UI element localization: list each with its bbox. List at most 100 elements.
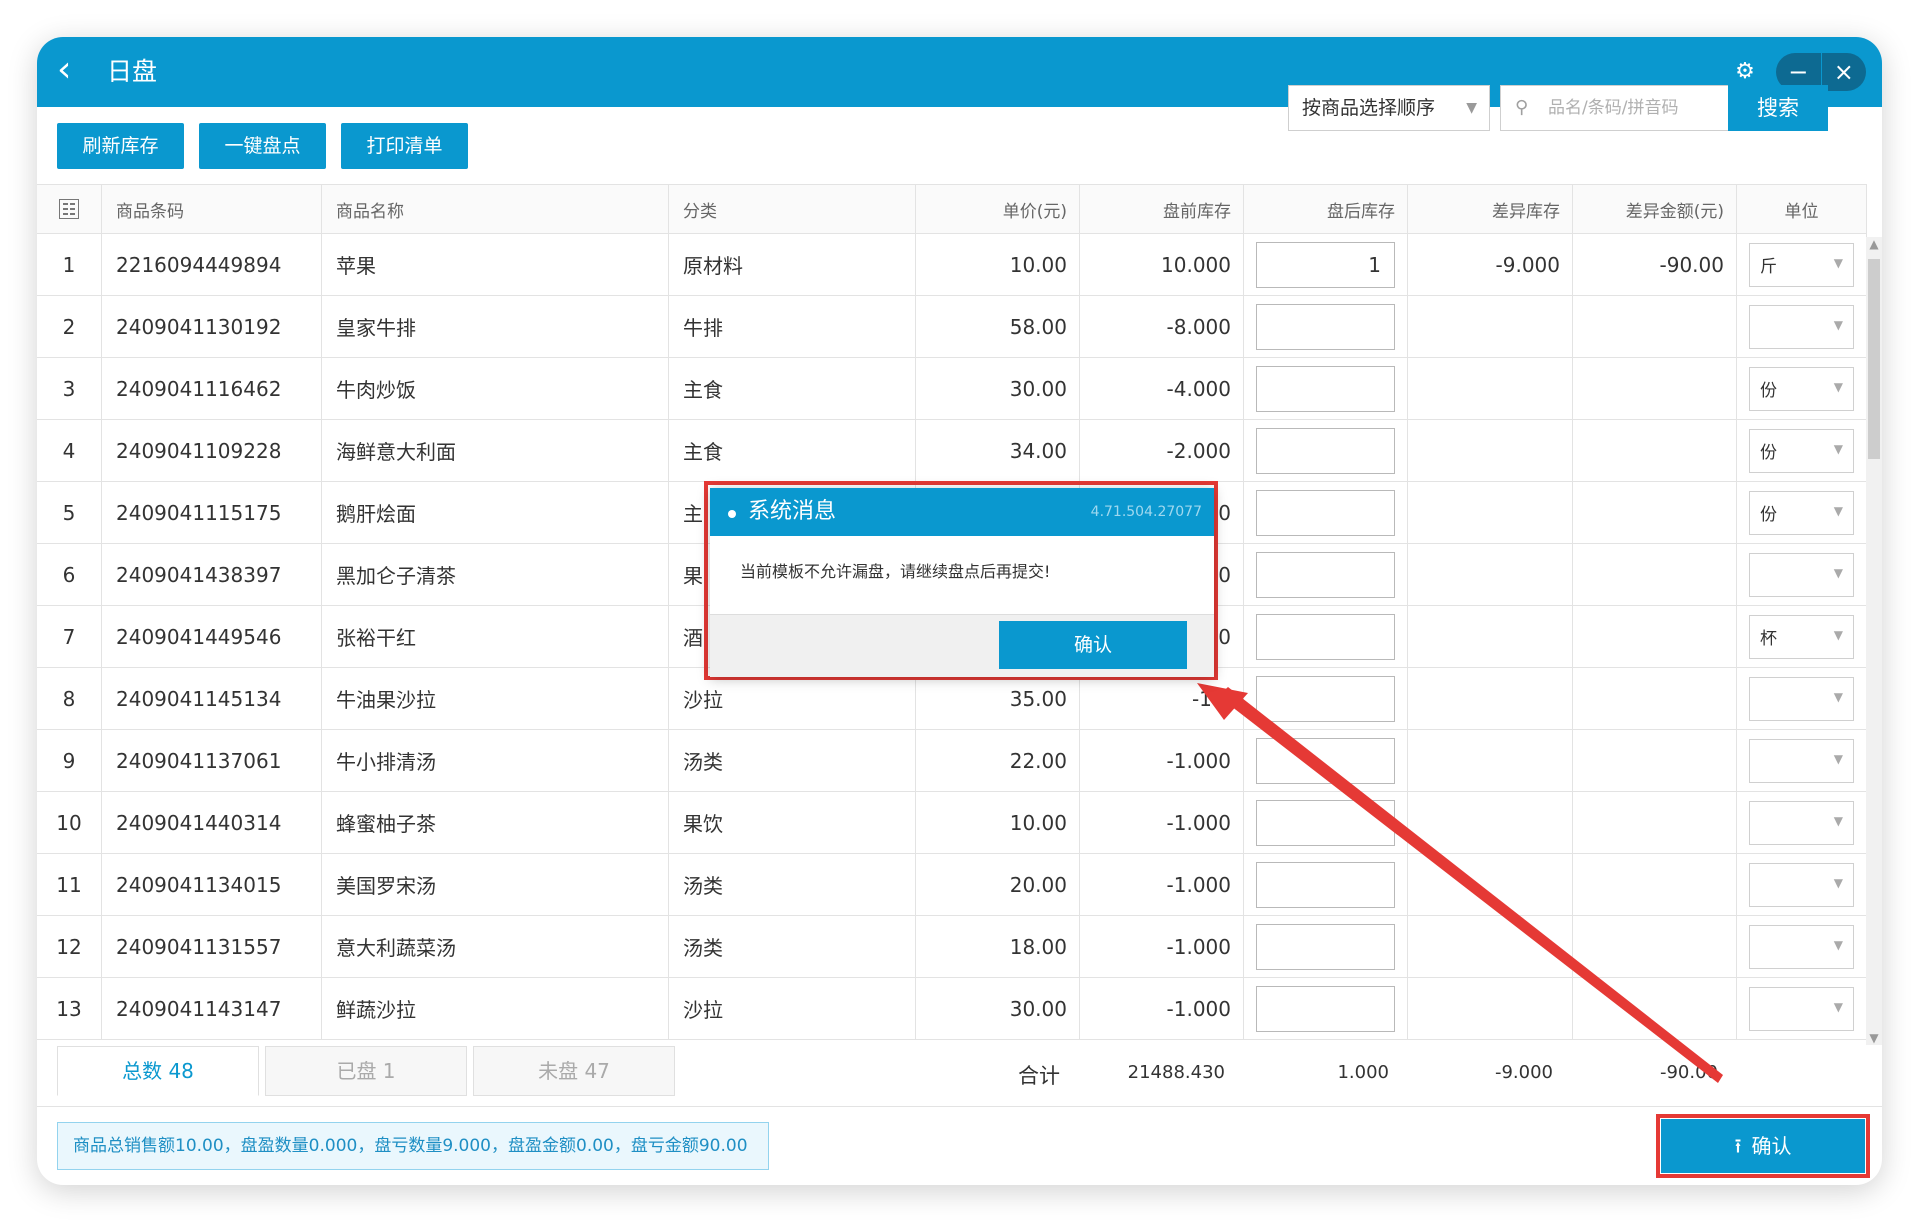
refresh-stock-button[interactable]: 刷新库存 (57, 123, 184, 169)
table-row[interactable]: 2 2409041130192 皇家牛排 牛排 58.00 -8.000 ▼ (37, 296, 1867, 358)
cell-diff-amt: -90.00 (1573, 234, 1737, 295)
scroll-up-icon[interactable]: ▲ (1866, 237, 1882, 251)
after-stock-input[interactable] (1256, 737, 1395, 784)
cell-text: -1.000 (1166, 996, 1231, 1021)
tab-counted[interactable]: 已盘 1 (265, 1046, 467, 1096)
chevron-down-icon: ▼ (1466, 100, 1477, 116)
after-stock-input[interactable] (1256, 427, 1395, 474)
table-row[interactable]: 3 2409041116462 牛肉炒饭 主食 30.00 -4.000 份 ▼ (37, 358, 1867, 420)
cell-name: 海鲜意大利面 (322, 420, 669, 481)
tab-total[interactable]: 总数 48 (57, 1046, 259, 1096)
cell-diff-amt (1573, 606, 1737, 667)
cell-no: 11 (37, 854, 102, 915)
after-stock-input[interactable] (1256, 675, 1395, 722)
cell-text: 0 (1218, 624, 1231, 649)
unit-select[interactable]: ▼ (1749, 738, 1854, 783)
cell-cat: 原材料 (669, 234, 916, 295)
chevron-down-icon: ▼ (1833, 441, 1843, 456)
cell-name: 皇家牛排 (322, 296, 669, 357)
after-stock-input[interactable] (1256, 551, 1395, 598)
sort-order-select[interactable]: 按商品选择顺序 ▼ (1288, 85, 1490, 131)
after-stock-input[interactable] (1256, 303, 1395, 350)
cell-cat: 汤类 (669, 730, 916, 791)
cell-cat: 汤类 (669, 854, 916, 915)
unit-select[interactable]: ▼ (1749, 800, 1854, 845)
cell-text: 原材料 (683, 254, 743, 278)
column-settings-icon[interactable] (59, 199, 79, 219)
cell-diff-amt (1573, 978, 1737, 1039)
settings-gear-icon[interactable]: ⚙ (1730, 57, 1760, 87)
chevron-down-icon: ▼ (1833, 379, 1843, 394)
cell-code: 2409041115175 (102, 482, 322, 543)
after-stock-input[interactable] (1256, 365, 1395, 412)
cell-text: 牛肉炒饭 (336, 378, 416, 402)
after-stock-input[interactable] (1256, 613, 1395, 660)
cell-no: 12 (37, 916, 102, 977)
cell-unit: ▼ (1737, 916, 1867, 977)
cell-no: 2 (37, 296, 102, 357)
after-stock-input[interactable] (1256, 861, 1395, 908)
unit-select[interactable]: ▼ (1749, 304, 1854, 349)
chevron-down-icon: ▼ (1833, 937, 1843, 952)
scrollbar-thumb[interactable] (1868, 259, 1880, 459)
confirm-submit-button[interactable]: ⭱ 确认 (1661, 1119, 1865, 1173)
header-code: 商品条码 (102, 185, 322, 233)
cell-text: 2409041137061 (116, 748, 282, 773)
cell-after (1244, 854, 1408, 915)
cell-text: 汤类 (683, 936, 723, 960)
cell-price: 18.00 (916, 916, 1080, 977)
unit-select[interactable]: 杯 ▼ (1749, 614, 1854, 659)
cell-name: 苹果 (322, 234, 669, 295)
cell-name: 张裕干红 (322, 606, 669, 667)
print-list-button[interactable]: 打印清单 (341, 123, 468, 169)
after-stock-input[interactable] (1256, 489, 1395, 536)
scroll-down-icon[interactable]: ▼ (1866, 1031, 1882, 1045)
unit-select[interactable]: ▼ (1749, 924, 1854, 969)
unit-select[interactable]: ▼ (1749, 986, 1854, 1031)
after-stock-input[interactable] (1256, 923, 1395, 970)
table-scrollbar[interactable]: ▲ ▼ (1866, 237, 1882, 1045)
unit-select[interactable]: 份 ▼ (1749, 428, 1854, 473)
cell-diff-amt (1573, 854, 1737, 915)
search-placeholder: 品名/条码/拼音码 (1548, 98, 1679, 118)
unit-select[interactable]: ▼ (1749, 862, 1854, 907)
cell-diff (1408, 668, 1573, 729)
cell-unit: 份 ▼ (1737, 358, 1867, 419)
cell-code: 2409041145134 (102, 668, 322, 729)
total-diff: -9.000 (1494, 1062, 1553, 1083)
table-row[interactable]: 4 2409041109228 海鲜意大利面 主食 34.00 -2.000 份 ▼ (37, 420, 1867, 482)
cell-text: 30.00 (1009, 996, 1067, 1021)
table-row[interactable]: 13 2409041143147 鲜蔬沙拉 沙拉 30.00 -1.000 ▼ (37, 978, 1867, 1040)
cell-text: 2409041143147 (116, 996, 282, 1021)
back-icon[interactable]: ‹ (57, 50, 71, 90)
quick-count-button[interactable]: 一键盘点 (199, 123, 326, 169)
table-row[interactable]: 12 2409041131557 意大利蔬菜汤 汤类 18.00 -1.000 ▼ (37, 916, 1867, 978)
unit-select[interactable]: 份 ▼ (1749, 366, 1854, 411)
tab-uncounted[interactable]: 未盘 47 (473, 1046, 675, 1096)
after-stock-input[interactable]: 1 (1256, 241, 1395, 288)
unit-select[interactable]: 份 ▼ (1749, 490, 1854, 535)
search-input[interactable]: ⚲ 品名/条码/拼音码 (1500, 85, 1728, 131)
after-stock-input[interactable] (1256, 985, 1395, 1032)
cell-text: 4 (62, 438, 76, 463)
cell-text: 10.00 (1009, 810, 1067, 835)
column-settings-cell[interactable] (37, 185, 102, 233)
search-button[interactable]: 搜索 (1728, 85, 1828, 131)
cell-text: -90.00 (1659, 252, 1724, 277)
table-row[interactable]: 9 2409041137061 牛小排清汤 汤类 22.00 -1.000 ▼ (37, 730, 1867, 792)
after-stock-input[interactable] (1256, 799, 1395, 846)
cell-text: 沙拉 (683, 998, 723, 1022)
unit-select[interactable]: ▼ (1749, 676, 1854, 721)
cell-text: 2409041115175 (116, 500, 282, 525)
cell-text: -1.0 (1191, 686, 1231, 711)
dialog-confirm-button[interactable]: 确认 (999, 621, 1187, 669)
unit-select[interactable]: 斤 ▼ (1749, 242, 1854, 287)
table-row[interactable]: 10 2409041440314 蜂蜜柚子茶 果饮 10.00 -1.000 ▼ (37, 792, 1867, 854)
table-row[interactable]: 11 2409041134015 美国罗宋汤 汤类 20.00 -1.000 ▼ (37, 854, 1867, 916)
cell-text: 2409041438397 (116, 562, 282, 587)
table-row[interactable]: 1 2216094449894 苹果 原材料 10.00 10.000 1 -9.000 -90… (37, 234, 1867, 296)
unit-select[interactable]: ▼ (1749, 552, 1854, 597)
cell-text: 22.00 (1009, 748, 1067, 773)
cell-text: 2409041130192 (116, 314, 282, 339)
cell-before: -1.000 (1080, 916, 1244, 977)
